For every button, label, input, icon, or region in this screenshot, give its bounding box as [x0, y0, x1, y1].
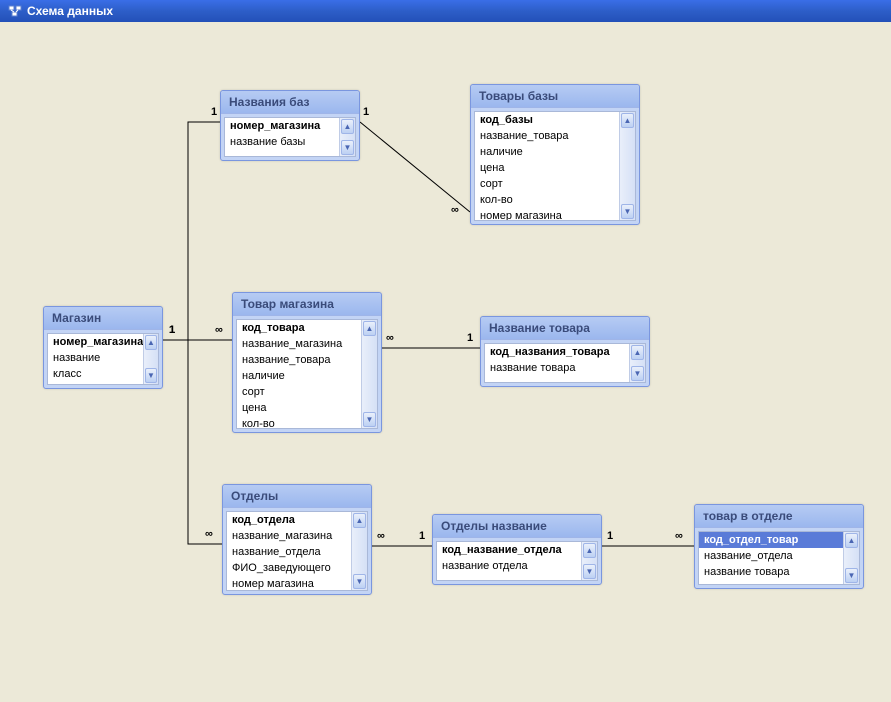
scrollbar[interactable]: ▲▼	[843, 532, 859, 584]
field-item[interactable]: код_базы	[475, 112, 619, 128]
table-tovary_bazy[interactable]: Товары базы код_базыназвание_товараналичи…	[470, 84, 640, 225]
cardinality-label: ∞	[376, 530, 386, 542]
field-item[interactable]: название базы	[225, 134, 339, 150]
table-title[interactable]: Отделы	[223, 485, 371, 508]
scroll-up-icon[interactable]: ▲	[341, 119, 354, 134]
table-title[interactable]: товар в отделе	[695, 505, 863, 528]
field-item[interactable]: наличие	[475, 144, 619, 160]
field-item[interactable]: название отдела	[437, 558, 581, 574]
scrollbar[interactable]: ▲▼	[619, 112, 635, 220]
field-item[interactable]: наличие	[237, 368, 361, 384]
cardinality-label: 1	[168, 324, 176, 336]
field-item[interactable]: сорт	[475, 176, 619, 192]
table-tovar_magazina[interactable]: Товар магазина код_товараназвание_магазин…	[232, 292, 382, 433]
field-item[interactable]: ФИО_заведующего	[227, 560, 351, 576]
field-list[interactable]: номер_магазинаназваниекласс	[48, 334, 143, 384]
cardinality-label: 1	[418, 530, 426, 542]
scroll-down-icon[interactable]: ▼	[583, 564, 596, 579]
scrollbar[interactable]: ▲▼	[351, 512, 367, 590]
table-title[interactable]: Товар магазина	[233, 293, 381, 316]
scrollbar[interactable]: ▲▼	[143, 334, 158, 384]
table-title[interactable]: Названия баз	[221, 91, 359, 114]
cardinality-label: 1	[168, 324, 176, 336]
scroll-down-icon[interactable]: ▼	[845, 568, 858, 583]
scroll-down-icon[interactable]: ▼	[621, 204, 634, 219]
cardinality-label: 1	[362, 106, 370, 118]
field-item[interactable]: код_отдела	[227, 512, 351, 528]
field-item[interactable]: название_отдела	[227, 544, 351, 560]
field-list[interactable]: код_название_отделаназвание отдела	[437, 542, 581, 580]
table-tovar_v_otdele[interactable]: товар в отделе код_отдел_товарназвание_от…	[694, 504, 864, 589]
field-item[interactable]: код_название_отдела	[437, 542, 581, 558]
window-title: Схема данных	[27, 4, 113, 18]
diagram-canvas[interactable]: 111∞1∞∞11∞∞11∞ Названия базномер_магазин…	[0, 22, 891, 702]
field-item[interactable]: код_названия_товара	[485, 344, 629, 360]
table-title[interactable]: Магазин	[44, 307, 162, 330]
field-list[interactable]: код_названия_товараназвание товара	[485, 344, 629, 382]
table-otdely_nazvanie[interactable]: Отделы название код_название_отделаназван…	[432, 514, 602, 585]
scrollbar[interactable]: ▲▼	[581, 542, 597, 580]
cardinality-label: ∞	[214, 324, 224, 336]
cardinality-label: 1	[168, 324, 176, 336]
field-item[interactable]: кол-во	[475, 192, 619, 208]
table-nazvanie_tovara[interactable]: Название товара код_названия_товараназван…	[480, 316, 650, 387]
field-list[interactable]: код_отделаназвание_магазинаназвание_отде…	[227, 512, 351, 590]
scrollbar[interactable]: ▲▼	[629, 344, 645, 382]
field-item[interactable]: цена	[475, 160, 619, 176]
table-title[interactable]: Название товара	[481, 317, 649, 340]
field-item[interactable]: код_товара	[237, 320, 361, 336]
field-item[interactable]: кол-во	[237, 416, 361, 428]
scroll-up-icon[interactable]: ▲	[621, 113, 634, 128]
field-item[interactable]: номер_магазина	[225, 118, 339, 134]
table-title[interactable]: Товары базы	[471, 85, 639, 108]
field-item[interactable]: класс	[48, 366, 143, 382]
cardinality-label: ∞	[204, 528, 214, 540]
table-nazvaniya_baz[interactable]: Названия баз номер_магазинаназвание базы▲…	[220, 90, 360, 161]
scroll-down-icon[interactable]: ▼	[363, 412, 376, 427]
field-item[interactable]: название_товара	[475, 128, 619, 144]
scroll-up-icon[interactable]: ▲	[631, 345, 644, 360]
scroll-up-icon[interactable]: ▲	[363, 321, 376, 336]
table-title[interactable]: Отделы название	[433, 515, 601, 538]
field-item[interactable]: номер_магазина	[48, 334, 143, 350]
field-list[interactable]: код_товараназвание_магазинаназвание_това…	[237, 320, 361, 428]
window-titlebar[interactable]: Схема данных	[0, 0, 891, 22]
field-item[interactable]: название	[48, 350, 143, 366]
scroll-up-icon[interactable]: ▲	[145, 335, 157, 350]
scroll-down-icon[interactable]: ▼	[145, 368, 157, 383]
field-item[interactable]: номер магазина	[475, 208, 619, 220]
cardinality-label: 1	[466, 332, 474, 344]
field-item[interactable]: название товара	[699, 564, 843, 580]
scroll-down-icon[interactable]: ▼	[631, 366, 644, 381]
field-list[interactable]: код_базыназвание_товараналичиеценасортко…	[475, 112, 619, 220]
field-item[interactable]: сорт	[237, 384, 361, 400]
table-otdely[interactable]: Отделы код_отделаназвание_магазинаназвани…	[222, 484, 372, 595]
scroll-up-icon[interactable]: ▲	[845, 533, 858, 548]
scrollbar[interactable]: ▲▼	[339, 118, 355, 156]
field-list[interactable]: код_отдел_товарназвание_отделаназвание т…	[699, 532, 843, 584]
scrollbar[interactable]: ▲▼	[361, 320, 377, 428]
cardinality-label: 1	[606, 530, 614, 542]
cardinality-label: 1	[210, 106, 218, 118]
cardinality-label: ∞	[450, 204, 460, 216]
scroll-up-icon[interactable]: ▲	[353, 513, 366, 528]
field-item[interactable]: название_отдела	[699, 548, 843, 564]
scroll-down-icon[interactable]: ▼	[341, 140, 354, 155]
field-item[interactable]: название товара	[485, 360, 629, 376]
field-item[interactable]: название_магазина	[237, 336, 361, 352]
field-item[interactable]: цена	[237, 400, 361, 416]
scroll-down-icon[interactable]: ▼	[353, 574, 366, 589]
cardinality-label: ∞	[385, 332, 395, 344]
field-item[interactable]: название_магазина	[227, 528, 351, 544]
field-list[interactable]: номер_магазинаназвание базы	[225, 118, 339, 156]
field-item[interactable]: номер магазина	[227, 576, 351, 590]
app-icon	[8, 4, 22, 18]
field-item[interactable]: название_товара	[237, 352, 361, 368]
scroll-up-icon[interactable]: ▲	[583, 543, 596, 558]
table-magazin[interactable]: Магазинномер_магазинаназваниекласс▲▼	[43, 306, 163, 389]
field-item[interactable]: код_отдел_товар	[699, 532, 843, 548]
cardinality-label: ∞	[674, 530, 684, 542]
